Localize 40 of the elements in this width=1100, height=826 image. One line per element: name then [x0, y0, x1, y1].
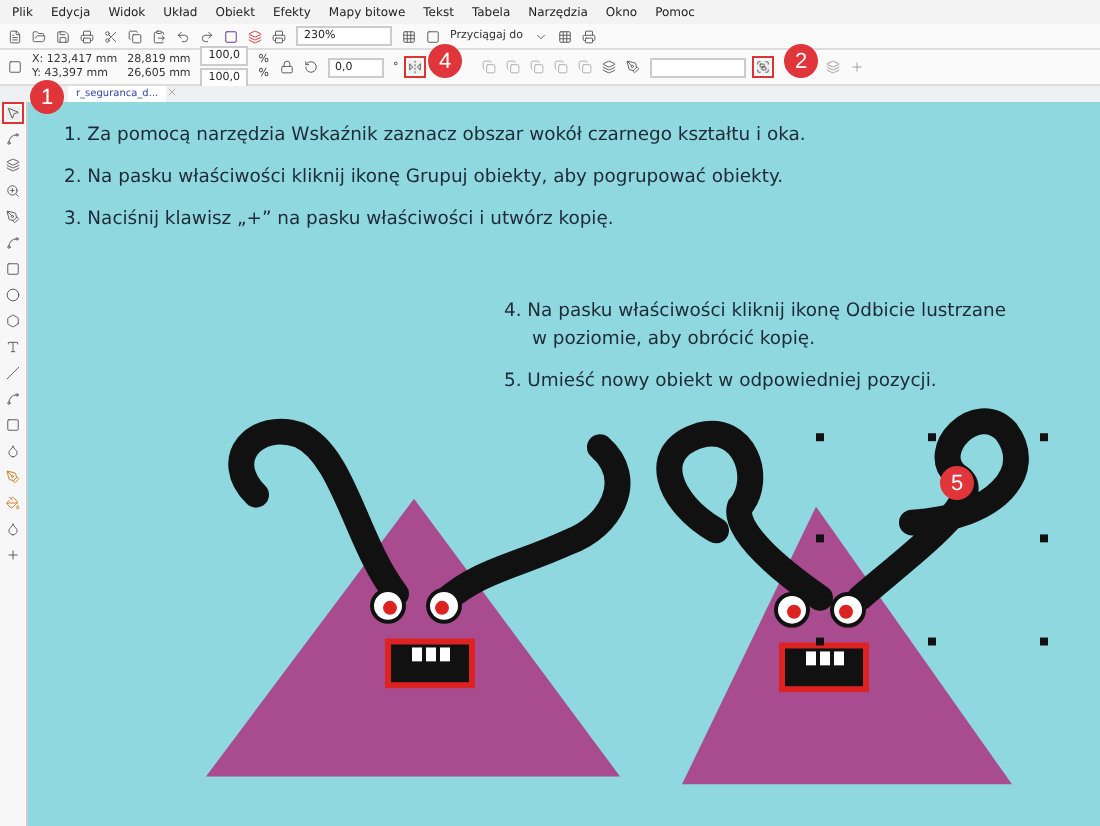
outline-field[interactable] [650, 57, 747, 77]
undo-icon[interactable] [176, 29, 190, 43]
rectangle-icon[interactable] [6, 262, 20, 276]
rotate-icon[interactable] [303, 60, 318, 74]
open-folder-icon[interactable] [32, 29, 46, 43]
pointer-icon[interactable] [6, 106, 20, 120]
new-file-icon[interactable] [8, 29, 22, 43]
selection-handles[interactable] [816, 433, 1048, 646]
paste-icon[interactable] [152, 29, 166, 43]
group-icon[interactable] [756, 60, 771, 74]
printer-icon[interactable] [80, 29, 94, 43]
line-icon[interactable] [6, 366, 20, 380]
caret-icon[interactable] [533, 29, 548, 43]
instruction-text: 3. Naciśnij klawisz „+” na pasku właściwości i utwórz kopię. [64, 206, 616, 234]
layers-icon[interactable] [248, 29, 262, 43]
curve-icon[interactable] [6, 132, 20, 146]
save-icon[interactable] [56, 29, 70, 43]
connector-icon[interactable] [6, 392, 20, 406]
outline-icon[interactable] [626, 60, 641, 74]
instruction-text: 1. Za pomocą narzędzia Wskaźnik zaznacz obszar wokół czarnego kształtu i oka. [64, 122, 808, 150]
page-icon[interactable] [426, 29, 440, 43]
add-icon[interactable] [6, 548, 20, 562]
instruction-text: 4. Na pasku właściwości kliknij ikonę Odbicie lustrzane w poziomie, aby obrócić kopię. [504, 298, 1008, 354]
mirror-icon[interactable] [408, 60, 423, 74]
square-icon[interactable] [224, 29, 238, 43]
grid-icon[interactable] [402, 29, 416, 43]
instruction-text: 5. Umieść nowy obiekt w odpowiedniej pozycji. [504, 368, 939, 396]
fill-icon[interactable] [6, 496, 20, 510]
layers-icon[interactable] [6, 158, 20, 172]
polygon-icon[interactable] [6, 314, 20, 328]
ellipse-icon[interactable] [6, 288, 20, 302]
instruction-text: 2. Na pasku właściwości kliknij ikonę Grupuj obiekty, aby pogrupować obiekty. [64, 164, 785, 192]
text-icon[interactable] [6, 340, 20, 354]
redo-icon[interactable] [200, 29, 214, 43]
bezier-icon[interactable] [6, 236, 20, 250]
copy-icon[interactable] [128, 29, 142, 43]
lock-icon[interactable] [279, 60, 294, 74]
zoom-icon[interactable] [6, 184, 20, 198]
cut-icon[interactable] [104, 29, 118, 43]
pen-icon[interactable] [6, 210, 20, 224]
